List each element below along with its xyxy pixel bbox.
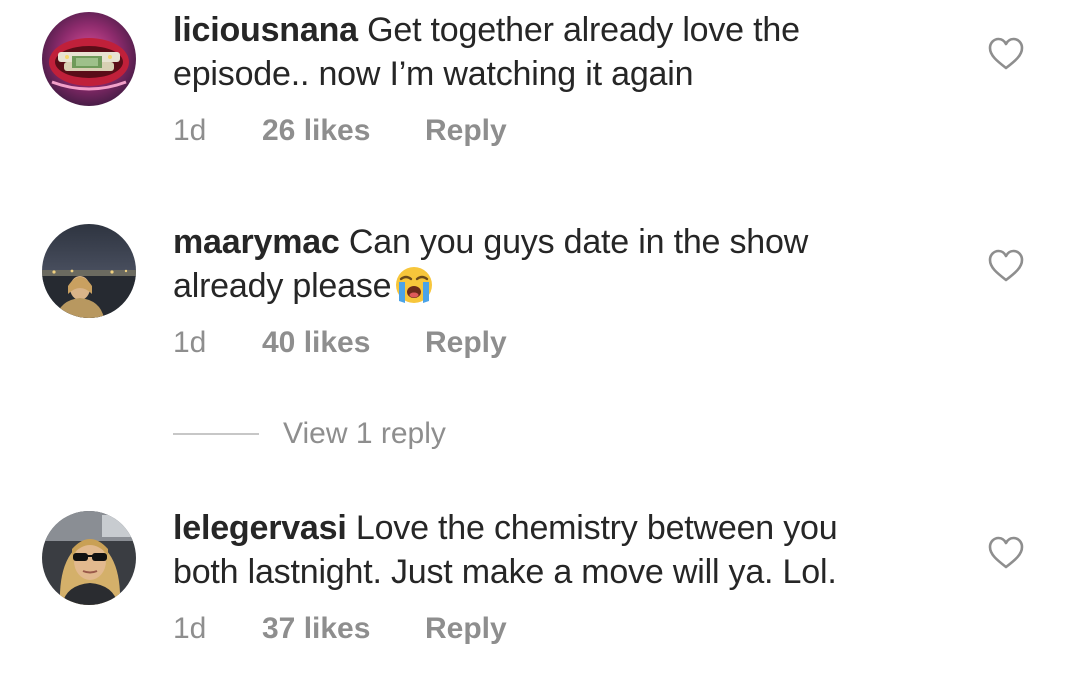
comment-body-line-2: episode.. now I’m watching it again [173,55,694,93]
comment-item: lelegervasi Love the chemistry between y… [0,498,1080,684]
comment-likes-count[interactable]: 26 likes [262,113,370,149]
comment-line-1: liciousnana Get together already love th… [173,8,933,52]
avatar[interactable] [42,224,136,318]
person-at-night-avatar-icon [42,224,136,318]
comment-timestamp: 1d [173,612,207,645]
heart-outline-icon[interactable] [988,249,1024,283]
comment-text: maarymac Can you guys date in the show a… [173,220,933,308]
comment-item: maarymac Can you guys date in the show a… [0,212,1080,392]
woman-sunglasses-avatar-icon [42,511,136,605]
comment-text: lelegervasi Love the chemistry between y… [173,506,933,594]
comment-body-line-1: Can you guys date in the show [348,223,809,261]
reply-button[interactable]: Reply [425,113,507,149]
replies-divider-line [173,433,259,435]
grillz-mouth-avatar-icon [42,12,136,106]
comment-body-line-2: both lastnight. Just make a move will ya… [173,553,837,591]
comment-body-line-1: Get together already love the [367,11,800,49]
comment-line-2: already please [173,264,933,308]
reply-button[interactable]: Reply [425,325,507,361]
comment-likes-count[interactable]: 37 likes [262,611,370,647]
comment-username[interactable]: maarymac [173,223,340,261]
comment-likes-count[interactable]: 40 likes [262,325,370,361]
comment-timestamp: 1d [173,114,207,147]
loudly-crying-face-emoji-icon [393,265,435,305]
comment-body-line-1: Love the chemistry between you [355,509,838,547]
avatar[interactable] [42,12,136,106]
comment-username[interactable]: lelegervasi [173,509,347,547]
comment-text: liciousnana Get together already love th… [173,8,933,96]
heart-outline-icon[interactable] [988,37,1024,71]
view-replies-label[interactable]: View 1 reply [283,414,446,454]
comment-item: liciousnana Get together already love th… [0,0,1080,200]
comment-timestamp: 1d [173,326,207,359]
comment-username[interactable]: liciousnana [173,11,358,49]
comment-body-line-2: already please [173,267,392,305]
heart-outline-icon[interactable] [988,536,1024,570]
avatar[interactable] [42,511,136,605]
comment-line-1: maarymac Can you guys date in the show [173,220,933,264]
comment-line-1: lelegervasi Love the chemistry between y… [173,506,933,550]
reply-button[interactable]: Reply [425,611,507,647]
